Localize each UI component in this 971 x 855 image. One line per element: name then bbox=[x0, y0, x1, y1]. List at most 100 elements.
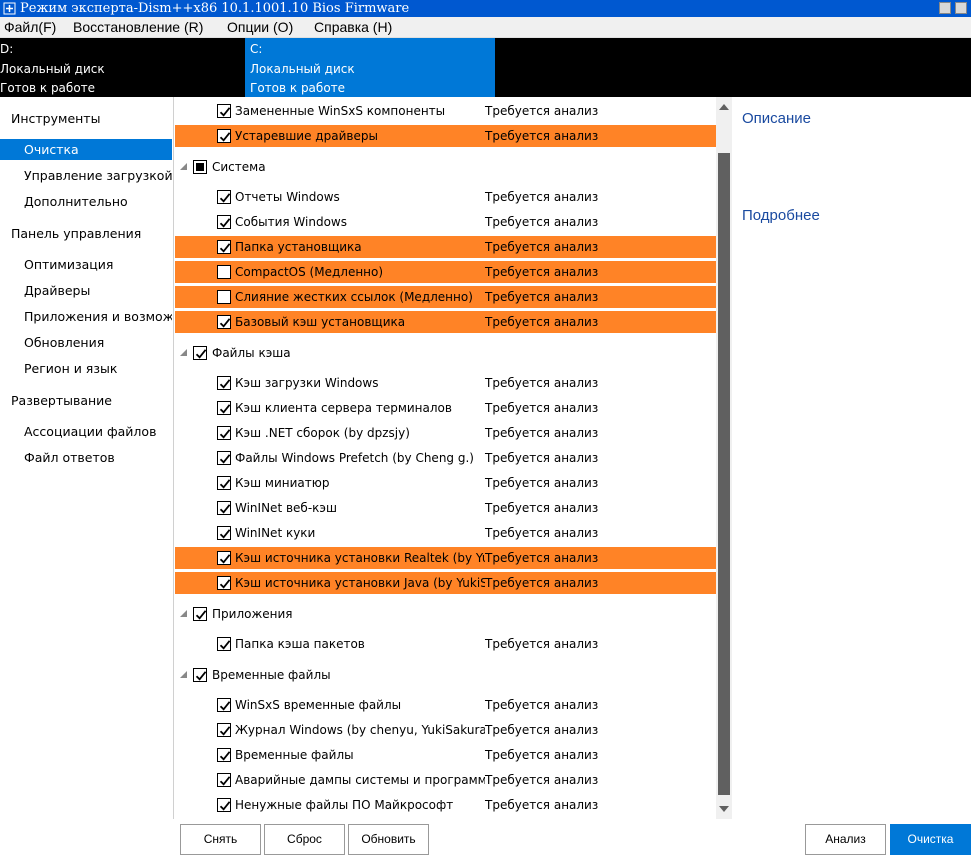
sidebar-item-apps[interactable]: Приложения и возможности bbox=[0, 306, 172, 327]
scroll-down-icon[interactable] bbox=[719, 806, 729, 812]
list-item[interactable]: Замененные WinSxS компоненты Требуется ан… bbox=[175, 100, 716, 122]
analyze-button[interactable]: Анализ bbox=[805, 824, 886, 855]
list-item[interactable]: Кэш загрузки Windows Требуется анализ bbox=[175, 372, 716, 394]
item-label: Кэш клиента сервера терминалов bbox=[235, 401, 452, 415]
item-checkbox[interactable] bbox=[217, 798, 231, 812]
item-checkbox[interactable] bbox=[217, 476, 231, 490]
item-status: Требуется анализ bbox=[485, 451, 599, 465]
expand-arrow-icon[interactable] bbox=[180, 349, 187, 356]
list-item[interactable]: Кэш миниатюр Требуется анализ bbox=[175, 472, 716, 494]
list-item[interactable]: Папка кэша пакетов Требуется анализ bbox=[175, 633, 716, 655]
item-status: Требуется анализ bbox=[485, 576, 599, 590]
clean-button[interactable]: Очистка bbox=[890, 824, 971, 855]
expand-arrow-icon[interactable] bbox=[180, 610, 187, 617]
item-checkbox[interactable] bbox=[217, 240, 231, 254]
list-item[interactable]: CompactOS (Медленно) Требуется анализ bbox=[175, 261, 716, 283]
group-checkbox[interactable] bbox=[193, 160, 207, 174]
list-item[interactable]: Кэш источника установки Realtek (by Yuki… bbox=[175, 547, 716, 569]
menu-options[interactable]: Опции (O) bbox=[227, 17, 293, 38]
list-item[interactable]: Кэш источника установки Java (by YukiSak… bbox=[175, 572, 716, 594]
sidebar-item-answer-file[interactable]: Файл ответов bbox=[0, 447, 172, 468]
sidebar-item-file-associations[interactable]: Ассоциации файлов bbox=[0, 421, 172, 442]
remove-button[interactable]: Снять bbox=[180, 824, 261, 855]
list-item[interactable]: Базовый кэш установщика Требуется анализ bbox=[175, 311, 716, 333]
list-item[interactable]: WinINet куки Требуется анализ bbox=[175, 522, 716, 544]
list-item[interactable]: WinSxS временные файлы Требуется анализ bbox=[175, 694, 716, 716]
list-item[interactable]: Слияние жестких ссылок (Медленно) Требует… bbox=[175, 286, 716, 308]
item-label: Папка кэша пакетов bbox=[235, 637, 365, 651]
item-label: Кэш источника установки Realtek (by Yuki… bbox=[235, 551, 485, 565]
item-checkbox[interactable] bbox=[217, 637, 231, 651]
reset-button[interactable]: Сброс bbox=[264, 824, 345, 855]
item-checkbox[interactable] bbox=[217, 290, 231, 304]
item-status: Требуется анализ bbox=[485, 376, 599, 390]
drive-d[interactable]: D: Локальный диск Готов к работе bbox=[0, 38, 245, 97]
item-checkbox[interactable] bbox=[217, 698, 231, 712]
item-checkbox[interactable] bbox=[217, 551, 231, 565]
menu-restore[interactable]: Восстановление (R) bbox=[73, 17, 203, 38]
sidebar-category-deployment: Развертывание bbox=[11, 393, 113, 408]
scroll-up-icon[interactable] bbox=[719, 104, 729, 110]
item-checkbox[interactable] bbox=[217, 501, 231, 515]
scroll-thumb[interactable] bbox=[718, 153, 730, 795]
item-checkbox[interactable] bbox=[217, 190, 231, 204]
group-checkbox[interactable] bbox=[193, 346, 207, 360]
drive-type: Локальный диск bbox=[250, 62, 355, 76]
group-checkbox[interactable] bbox=[193, 607, 207, 621]
group-label: Файлы кэша bbox=[212, 346, 291, 360]
item-checkbox[interactable] bbox=[217, 576, 231, 590]
list-item[interactable]: Аварийные дампы системы и программ (by Y… bbox=[175, 769, 716, 791]
item-checkbox[interactable] bbox=[217, 451, 231, 465]
item-status: Требуется анализ bbox=[485, 698, 599, 712]
sidebar-category-control-panel: Панель управления bbox=[11, 226, 142, 241]
item-checkbox[interactable] bbox=[217, 104, 231, 118]
sidebar-item-cleanup[interactable]: Очистка bbox=[0, 139, 172, 160]
menu-help[interactable]: Справка (H) bbox=[314, 17, 392, 38]
sidebar-item-region[interactable]: Регион и язык bbox=[0, 358, 172, 379]
list-item[interactable]: События Windows Требуется анализ bbox=[175, 211, 716, 233]
list-item[interactable]: Кэш клиента сервера терминалов Требуется … bbox=[175, 397, 716, 419]
group-checkbox[interactable] bbox=[193, 668, 207, 682]
list-item[interactable]: Устаревшие драйверы Требуется анализ bbox=[175, 125, 716, 147]
item-checkbox[interactable] bbox=[217, 376, 231, 390]
scrollbar[interactable] bbox=[716, 97, 732, 819]
refresh-button[interactable]: Обновить bbox=[348, 824, 429, 855]
expand-arrow-icon[interactable] bbox=[180, 163, 187, 170]
group-row: Файлы кэша bbox=[175, 341, 716, 365]
sidebar-item-drivers[interactable]: Драйверы bbox=[0, 280, 172, 301]
item-checkbox[interactable] bbox=[217, 129, 231, 143]
item-status: Требуется анализ bbox=[485, 426, 599, 440]
item-label: Базовый кэш установщика bbox=[235, 315, 406, 329]
list-item[interactable]: Папка установщика Требуется анализ bbox=[175, 236, 716, 258]
sidebar-item-advanced[interactable]: Дополнительно bbox=[0, 191, 172, 212]
maximize-button[interactable] bbox=[955, 2, 967, 14]
sidebar-item-updates[interactable]: Обновления bbox=[0, 332, 172, 353]
item-status: Требуется анализ bbox=[485, 129, 599, 143]
list-item[interactable]: Файлы Windows Prefetch (by Cheng g.) Треб… bbox=[175, 447, 716, 469]
item-status: Требуется анализ bbox=[485, 501, 599, 515]
item-checkbox[interactable] bbox=[217, 526, 231, 540]
item-checkbox[interactable] bbox=[217, 215, 231, 229]
item-checkbox[interactable] bbox=[217, 748, 231, 762]
item-label: Временные файлы bbox=[235, 748, 354, 762]
sidebar-item-optimization[interactable]: Оптимизация bbox=[0, 254, 172, 275]
drive-bar: D: Локальный диск Готов к работе C: Лока… bbox=[0, 38, 971, 97]
list-item[interactable]: Журнал Windows (by chenyu, YukiSakura) Тр… bbox=[175, 719, 716, 741]
drive-c[interactable]: C: Локальный диск Готов к работе bbox=[245, 38, 495, 97]
list-item[interactable]: Временные файлы Требуется анализ bbox=[175, 744, 716, 766]
sidebar-item-boot-manager[interactable]: Управление загрузкой bbox=[0, 165, 172, 186]
item-checkbox[interactable] bbox=[217, 773, 231, 787]
item-checkbox[interactable] bbox=[217, 426, 231, 440]
list-item[interactable]: Ненужные файлы ПО Майкрософт Требуется ан… bbox=[175, 794, 716, 816]
item-checkbox[interactable] bbox=[217, 723, 231, 737]
list-item[interactable]: Отчеты Windows Требуется анализ bbox=[175, 186, 716, 208]
item-label: Файлы Windows Prefetch (by Cheng g.) bbox=[235, 451, 474, 465]
minimize-button[interactable] bbox=[939, 2, 951, 14]
item-checkbox[interactable] bbox=[217, 265, 231, 279]
item-checkbox[interactable] bbox=[217, 315, 231, 329]
item-checkbox[interactable] bbox=[217, 401, 231, 415]
expand-arrow-icon[interactable] bbox=[180, 671, 187, 678]
list-item[interactable]: WinINet веб-кэш Требуется анализ bbox=[175, 497, 716, 519]
menu-file[interactable]: Файл(F) bbox=[4, 17, 56, 38]
list-item[interactable]: Кэш .NET сборок (by dpzsjy) Требуется ана… bbox=[175, 422, 716, 444]
